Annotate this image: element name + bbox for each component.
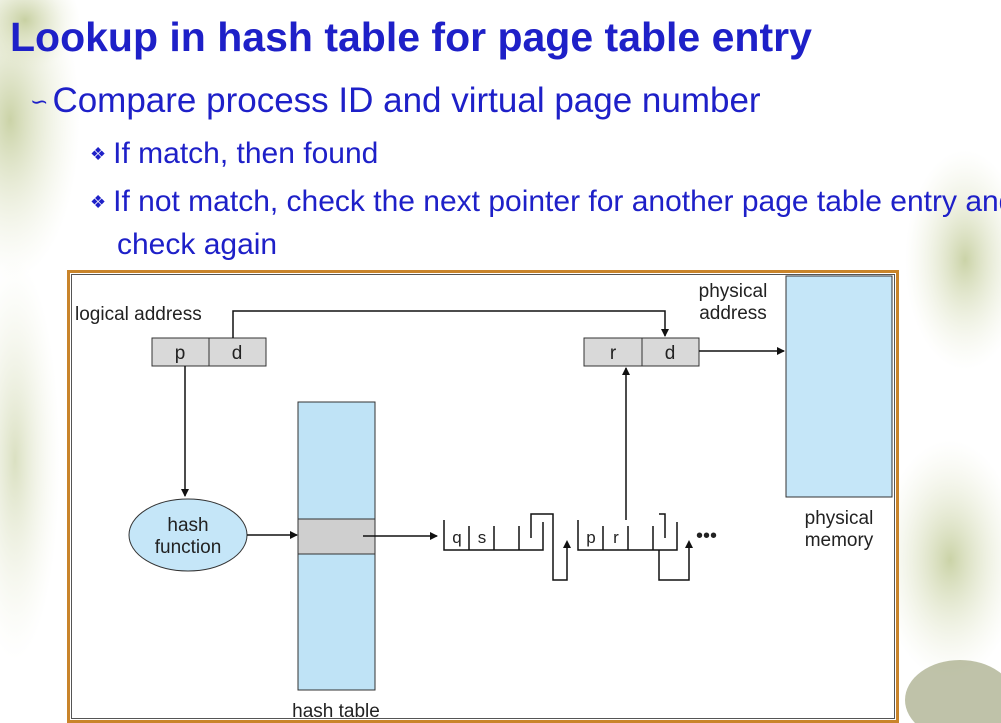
physical-field-d-label: d [665,343,676,364]
hash-function-label: function [155,537,222,558]
bullet-level1-text: Compare process ID and virtual page numb… [52,81,761,120]
chain-pr-field-r: r [613,528,619,547]
physical-address-label: physical [699,281,768,302]
logical-field-p-label: p [175,343,186,364]
bullet-level2-text: If match, then found [113,137,379,170]
slide-title: Lookup in hash table for page table entr… [10,14,812,60]
chain-ellipsis: ••• [696,525,717,547]
bullet-level2-match: ❖ If match, then found [90,134,378,177]
bullet-level2-no-match: ❖ If not match, check the next pointer fo… [90,182,1001,265]
hash-function-label: hash [167,515,208,536]
physical-memory-block [785,275,893,498]
logical-field-d-label: d [232,343,243,364]
hash-table-label: hash table [292,701,380,722]
diamond-bullet-icon: ❖ [90,192,107,212]
hashed-page-table-diagram: physical memory logical address p d phys… [67,270,899,723]
physical-memory-label: physical [805,508,874,529]
chain-pr-field-p: p [586,528,595,547]
physical-memory-label: memory [805,530,874,551]
physical-field-r-label: r [610,343,617,364]
physical-address-label: address [699,303,767,324]
swirl-bullet-icon: ∽ [30,89,49,114]
logical-address-label: logical address [75,304,202,325]
diamond-bullet-icon: ❖ [90,144,107,164]
bullet-level2-text: If not match, check the next pointer for… [113,185,1001,261]
chain-qs-field-q: q [452,528,461,547]
bullet-level1: ∽ Compare process ID and virtual page num… [30,79,761,127]
chain-qs-field-s: s [478,528,487,547]
